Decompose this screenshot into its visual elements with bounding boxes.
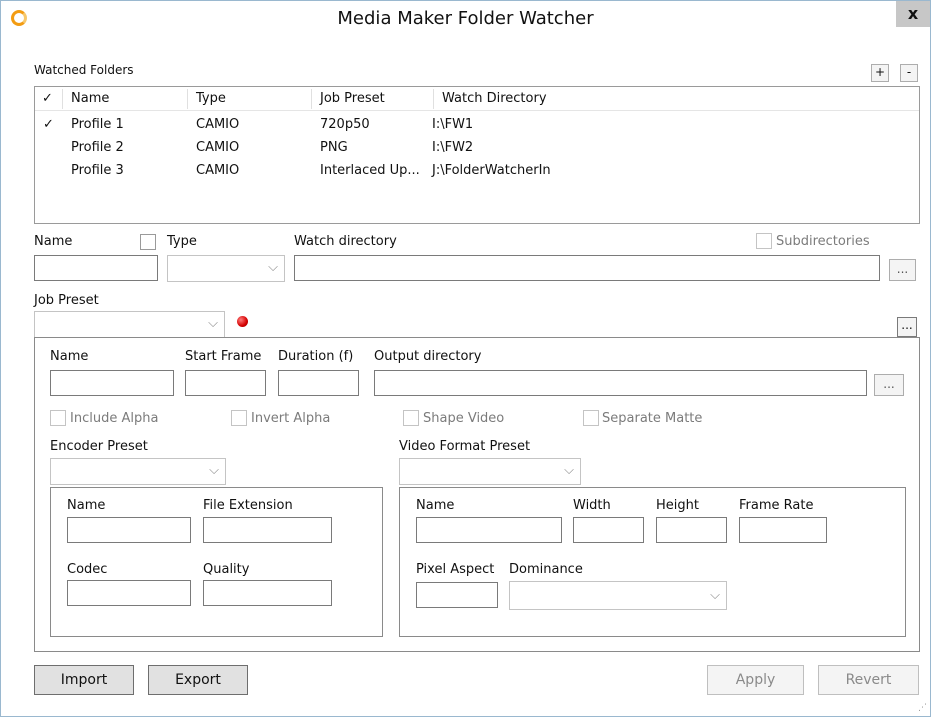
column-divider[interactable]: [311, 89, 312, 109]
profile-type-label: Type: [167, 234, 197, 249]
encoder-preset-dropdown[interactable]: ⌵: [50, 458, 226, 485]
watch-directory-input[interactable]: [294, 255, 880, 281]
preset-name-label: Name: [50, 349, 89, 364]
job-preset-label: Job Preset: [34, 293, 99, 308]
row-type: CAMIO: [196, 117, 240, 132]
frame-rate-label: Frame Rate: [739, 498, 814, 513]
row-type: CAMIO: [196, 163, 240, 178]
width-input[interactable]: [573, 517, 644, 543]
list-item[interactable]: Profile 3 CAMIO Interlaced Up... J:\Fold…: [35, 160, 919, 184]
video-format-name-input[interactable]: [416, 517, 562, 543]
codec-input[interactable]: [67, 580, 191, 606]
row-name: Profile 3: [71, 163, 124, 178]
quality-label: Quality: [203, 562, 250, 577]
column-job-preset[interactable]: Job Preset: [320, 91, 385, 106]
file-extension-label: File Extension: [203, 498, 293, 513]
row-watch-directory: J:\FolderWatcherIn: [432, 163, 551, 178]
shape-video-checkbox[interactable]: [403, 410, 419, 426]
profile-name-label: Name: [34, 234, 73, 249]
row-type: CAMIO: [196, 140, 240, 155]
encoder-preset-label: Encoder Preset: [50, 439, 148, 454]
video-format-name-label: Name: [416, 498, 455, 513]
codec-label: Codec: [67, 562, 108, 577]
column-check[interactable]: ✓: [42, 91, 53, 106]
start-frame-label: Start Frame: [185, 349, 262, 364]
duration-label: Duration (f): [278, 349, 354, 364]
row-name: Profile 2: [71, 140, 124, 155]
encoder-name-label: Name: [67, 498, 106, 513]
apply-button[interactable]: Apply: [707, 665, 804, 695]
row-name: Profile 1: [71, 117, 124, 132]
chevron-down-icon: ⌵: [209, 463, 219, 478]
column-divider[interactable]: [62, 89, 63, 109]
row-job-preset: PNG: [320, 140, 348, 155]
job-preset-browse-button[interactable]: ...: [897, 317, 917, 337]
add-folder-button[interactable]: +: [871, 64, 889, 82]
list-header: ✓ Name Type Job Preset Watch Directory: [35, 87, 919, 111]
column-type[interactable]: Type: [196, 91, 226, 106]
duration-input[interactable]: [278, 370, 359, 396]
frame-rate-input[interactable]: [739, 517, 827, 543]
dominance-label: Dominance: [509, 562, 583, 577]
row-job-preset: 720p50: [320, 117, 370, 132]
preset-name-input[interactable]: [50, 370, 174, 396]
watch-directory-browse-button[interactable]: ...: [889, 259, 916, 281]
subdirectories-checkbox[interactable]: [756, 233, 772, 249]
output-directory-input[interactable]: [374, 370, 867, 396]
column-divider[interactable]: [433, 89, 434, 109]
import-button[interactable]: Import: [34, 665, 134, 695]
revert-button[interactable]: Revert: [818, 665, 919, 695]
invert-alpha-checkbox[interactable]: [231, 410, 247, 426]
height-label: Height: [656, 498, 699, 513]
watch-directory-label: Watch directory: [294, 234, 397, 249]
video-format-preset-dropdown[interactable]: ⌵: [399, 458, 581, 485]
start-frame-input[interactable]: [185, 370, 266, 396]
chevron-down-icon: ⌵: [564, 463, 574, 478]
output-directory-label: Output directory: [374, 349, 482, 364]
resize-grip-icon[interactable]: ⋰: [917, 703, 927, 713]
video-format-preset-label: Video Format Preset: [399, 439, 531, 454]
window-title: Media Maker Folder Watcher: [337, 8, 594, 29]
include-alpha-label: Include Alpha: [70, 411, 159, 426]
subdirectories-label: Subdirectories: [776, 234, 870, 249]
export-button[interactable]: Export: [148, 665, 248, 695]
quality-input[interactable]: [203, 580, 332, 606]
remove-folder-button[interactable]: -: [900, 64, 918, 82]
chevron-down-icon: ⌵: [710, 588, 720, 603]
separate-matte-label: Separate Matte: [602, 411, 703, 426]
output-directory-browse-button[interactable]: ...: [874, 374, 904, 396]
column-name[interactable]: Name: [71, 91, 109, 106]
chevron-down-icon: ⌵: [208, 316, 218, 331]
column-watch-directory[interactable]: Watch Directory: [442, 91, 547, 106]
profile-name-input[interactable]: [34, 255, 158, 281]
list-item[interactable]: ✓ Profile 1 CAMIO 720p50 I:\FW1: [35, 114, 919, 138]
watched-folders-list[interactable]: ✓ Name Type Job Preset Watch Directory ✓…: [34, 86, 920, 224]
pixel-aspect-input[interactable]: [416, 582, 498, 608]
height-input[interactable]: [656, 517, 727, 543]
row-watch-directory: I:\FW1: [432, 117, 474, 132]
file-extension-input[interactable]: [203, 517, 332, 543]
row-checkmark[interactable]: ✓: [43, 117, 54, 132]
include-alpha-checkbox[interactable]: [50, 410, 66, 426]
pixel-aspect-label: Pixel Aspect: [416, 562, 495, 577]
close-button[interactable]: x: [896, 1, 930, 27]
chevron-down-icon: ⌵: [268, 260, 278, 275]
folder-watcher-window: Media Maker Folder Watcher x Watched Fol…: [0, 0, 931, 717]
profile-enabled-checkbox[interactable]: [140, 234, 156, 250]
column-divider[interactable]: [187, 89, 188, 109]
separate-matte-checkbox[interactable]: [583, 410, 599, 426]
encoder-name-input[interactable]: [67, 517, 191, 543]
shape-video-label: Shape Video: [423, 411, 505, 426]
title-bar[interactable]: Media Maker Folder Watcher x: [1, 1, 930, 37]
invert-alpha-label: Invert Alpha: [251, 411, 331, 426]
row-job-preset: Interlaced Up...: [320, 163, 420, 178]
red-status-dot-icon: [237, 316, 248, 327]
dominance-dropdown[interactable]: ⌵: [509, 581, 727, 610]
row-watch-directory: I:\FW2: [432, 140, 474, 155]
width-label: Width: [573, 498, 611, 513]
watched-folders-label: Watched Folders: [34, 63, 134, 77]
list-item[interactable]: Profile 2 CAMIO PNG I:\FW2: [35, 137, 919, 161]
profile-type-dropdown[interactable]: ⌵: [167, 255, 285, 282]
job-preset-dropdown[interactable]: ⌵: [34, 311, 225, 338]
